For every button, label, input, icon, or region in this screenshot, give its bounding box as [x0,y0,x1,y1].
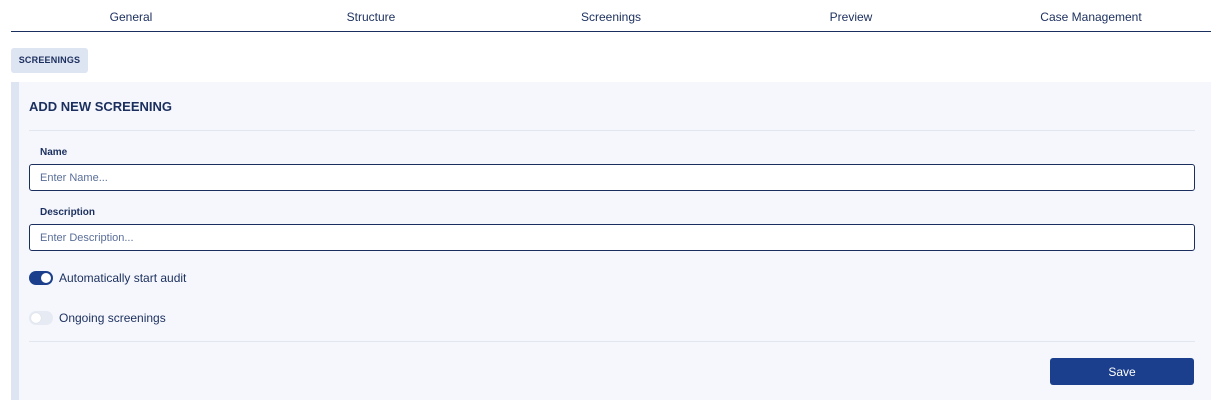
tab-preview[interactable]: Preview [731,0,971,31]
divider [29,130,1195,131]
toggle-knob [31,313,41,323]
divider [29,341,1195,342]
card-title: ADD NEW SCREENING [29,99,173,114]
tab-general[interactable]: General [11,0,251,31]
add-screening-card: ADD NEW SCREENING Name Description Autom… [11,82,1211,400]
auto-start-audit-label: Automatically start audit [59,271,187,285]
tab-bar: General Structure Screenings Preview Cas… [11,0,1211,32]
description-label: Description [40,207,96,218]
tab-screenings[interactable]: Screenings [491,0,731,31]
ongoing-screenings-row: Ongoing screenings [29,310,166,326]
name-input[interactable] [29,164,1195,191]
tab-structure[interactable]: Structure [251,0,491,31]
ongoing-screenings-toggle[interactable] [29,311,53,325]
auto-start-audit-toggle[interactable] [29,271,53,285]
description-input[interactable] [29,224,1195,251]
section-badge: SCREENINGS [11,48,88,73]
toggle-knob [41,273,51,283]
tab-case-management[interactable]: Case Management [971,0,1211,31]
save-button[interactable]: Save [1050,358,1194,385]
ongoing-screenings-label: Ongoing screenings [59,311,166,325]
name-label: Name [40,147,68,158]
auto-start-audit-row: Automatically start audit [29,270,186,286]
